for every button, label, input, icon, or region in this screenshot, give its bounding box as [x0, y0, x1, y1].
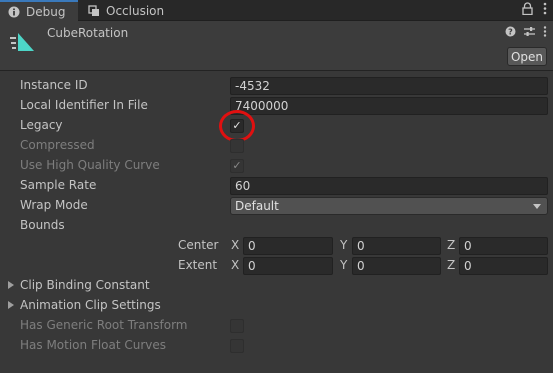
bounds-label: Bounds: [20, 218, 65, 232]
lock-icon[interactable]: [522, 2, 533, 18]
motion-float-curves-label: Has Motion Float Curves: [20, 338, 167, 352]
extent-y-axis-label[interactable]: Y: [340, 258, 347, 272]
wrap-mode-row: Wrap Mode Default: [0, 196, 553, 216]
svg-text:?: ?: [508, 28, 513, 37]
center-x-field[interactable]: 0: [243, 237, 333, 255]
center-x-axis-label[interactable]: X: [231, 238, 239, 252]
high-quality-curve-row: Use High Quality Curve ✓: [0, 156, 553, 176]
foldout-arrow-icon[interactable]: [8, 281, 14, 289]
generic-root-transform-checkbox: [230, 319, 244, 333]
animation-clip-settings-foldout[interactable]: Animation Clip Settings: [0, 296, 553, 316]
wrap-mode-dropdown[interactable]: Default: [230, 197, 548, 215]
motion-float-curves-checkbox: [230, 339, 244, 353]
extent-x-axis-label[interactable]: X: [231, 258, 239, 272]
sample-rate-row: Sample Rate 60: [0, 176, 553, 196]
clip-binding-constant-label: Clip Binding Constant: [20, 278, 150, 292]
generic-root-transform-row: Has Generic Root Transform: [0, 316, 553, 336]
legacy-row: Legacy ✓: [0, 116, 553, 136]
info-icon: [8, 6, 20, 18]
extent-z-axis-label[interactable]: Z: [447, 258, 455, 272]
inspector-header: CubeRotation ? Open: [0, 21, 553, 71]
center-z-axis-label[interactable]: Z: [447, 238, 455, 252]
center-label: Center: [178, 238, 219, 252]
center-y-axis-label[interactable]: Y: [340, 238, 347, 252]
instance-id-field[interactable]: -4532: [230, 77, 548, 95]
tab-debug-label: Debug: [26, 4, 66, 19]
compressed-checkbox: [230, 139, 244, 153]
motion-float-curves-row: Has Motion Float Curves: [0, 336, 553, 356]
bounds-row: Bounds: [0, 216, 553, 236]
chevron-down-icon: [533, 204, 541, 209]
center-z-field[interactable]: 0: [459, 237, 548, 255]
high-quality-curve-label: Use High Quality Curve: [20, 158, 160, 172]
extent-y-field[interactable]: 0: [352, 257, 441, 275]
local-identifier-field[interactable]: 7400000: [230, 97, 548, 115]
instance-id-row: Instance ID -4532: [0, 76, 553, 96]
asset-title: CubeRotation: [47, 26, 129, 40]
animation-clip-settings-label: Animation Clip Settings: [20, 298, 161, 312]
foldout-arrow-icon[interactable]: [8, 301, 14, 309]
compressed-row: Compressed: [0, 136, 553, 156]
tab-bar: Debug Occlusion: [0, 0, 553, 21]
bounds-center-row: Center X 0 Y 0 Z 0: [0, 236, 553, 256]
extent-label: Extent: [178, 258, 218, 272]
occlusion-icon: [88, 4, 100, 17]
instance-id-label: Instance ID: [20, 78, 88, 92]
wrap-mode-value: Default: [235, 199, 279, 213]
more-options-icon[interactable]: [543, 26, 547, 40]
wrap-mode-label: Wrap Mode: [20, 198, 88, 212]
sample-rate-field[interactable]: 60: [230, 177, 548, 195]
presets-icon[interactable]: [524, 26, 535, 40]
generic-root-transform-label: Has Generic Root Transform: [20, 318, 188, 332]
tab-occlusion[interactable]: Occlusion: [84, 0, 164, 21]
clip-binding-constant-foldout[interactable]: Clip Binding Constant: [0, 276, 553, 296]
more-options-icon[interactable]: [543, 2, 547, 18]
local-identifier-row: Local Identifier In File 7400000: [0, 96, 553, 116]
extent-z-field[interactable]: 0: [459, 257, 548, 275]
tab-occlusion-label: Occlusion: [106, 3, 165, 18]
animation-clip-icon: [10, 31, 36, 53]
bounds-extent-row: Extent X 0 Y 0 Z 0: [0, 256, 553, 276]
high-quality-curve-checkbox: ✓: [230, 159, 244, 173]
open-button[interactable]: Open: [507, 47, 547, 66]
legacy-label: Legacy: [20, 118, 63, 132]
tab-debug[interactable]: Debug: [0, 0, 78, 21]
compressed-label: Compressed: [20, 138, 95, 152]
sample-rate-label: Sample Rate: [20, 178, 97, 192]
help-icon[interactable]: ?: [505, 26, 516, 40]
local-identifier-label: Local Identifier In File: [20, 98, 148, 112]
extent-x-field[interactable]: 0: [243, 257, 333, 275]
center-y-field[interactable]: 0: [352, 237, 441, 255]
